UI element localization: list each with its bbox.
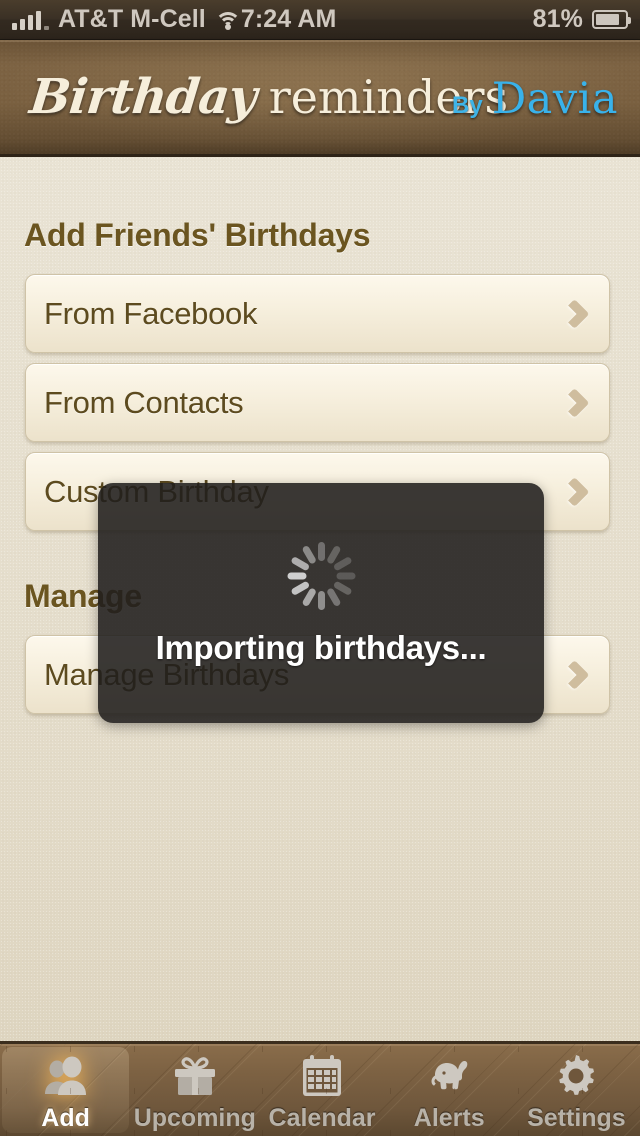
byline: By Davia	[452, 74, 618, 124]
loading-message: Importing birthdays...	[155, 629, 487, 666]
calendar-icon	[296, 1052, 348, 1100]
tab-bar: Add Upcoming Calendar Alerts Settings	[0, 1041, 640, 1136]
byline-brand-label: Davia	[491, 74, 618, 124]
loading-hud: Importing birthdays...	[98, 483, 544, 723]
people-icon	[40, 1052, 92, 1100]
gear-icon	[550, 1052, 602, 1100]
list-item-label: From Facebook	[44, 295, 258, 331]
app-title: Birthday reminders	[0, 69, 508, 125]
elephant-icon	[423, 1052, 475, 1100]
status-center: 7:24 AM	[241, 5, 533, 34]
battery-icon	[592, 10, 631, 29]
list-item-from-facebook[interactable]: From Facebook	[25, 274, 610, 353]
section-title-add: Add Friends' Birthdays	[24, 217, 371, 253]
signal-bars-icon	[12, 10, 49, 30]
activity-spinner-icon	[284, 539, 358, 613]
app-screen: AT&T M-Cell 7:24 AM 81% Birthday reminde…	[0, 0, 640, 1136]
clock-label: 7:24 AM	[240, 5, 337, 33]
chevron-right-icon	[559, 298, 590, 329]
app-header: Birthday reminders By Davia	[0, 40, 640, 157]
carrier-label: AT&T M-Cell	[58, 5, 206, 33]
tab-label: Upcoming	[133, 1103, 256, 1132]
tab-add[interactable]: Add	[2, 1047, 130, 1133]
tab-upcoming[interactable]: Upcoming	[131, 1044, 258, 1136]
tab-alerts[interactable]: Alerts	[386, 1044, 513, 1136]
tab-settings[interactable]: Settings	[513, 1044, 640, 1136]
status-right: 81%	[533, 5, 640, 34]
tab-calendar[interactable]: Calendar	[258, 1044, 385, 1136]
tab-label: Calendar	[268, 1103, 376, 1132]
tab-label: Settings	[527, 1103, 626, 1132]
list-item-label: From Contacts	[44, 384, 244, 420]
tab-label: Add	[41, 1103, 90, 1132]
byline-by-label: By	[452, 92, 483, 119]
battery-percent-label: 81%	[532, 5, 583, 33]
status-bar: AT&T M-Cell 7:24 AM 81%	[0, 0, 640, 40]
gift-icon	[169, 1052, 221, 1100]
app-title-script: Birthday	[27, 69, 259, 125]
chevron-right-icon	[559, 476, 590, 507]
wifi-icon	[214, 10, 241, 30]
list-item-from-contacts[interactable]: From Contacts	[25, 363, 610, 442]
status-left: AT&T M-Cell	[0, 5, 241, 34]
chevron-right-icon	[559, 387, 590, 418]
tab-label: Alerts	[413, 1103, 485, 1132]
chevron-right-icon	[559, 659, 590, 690]
